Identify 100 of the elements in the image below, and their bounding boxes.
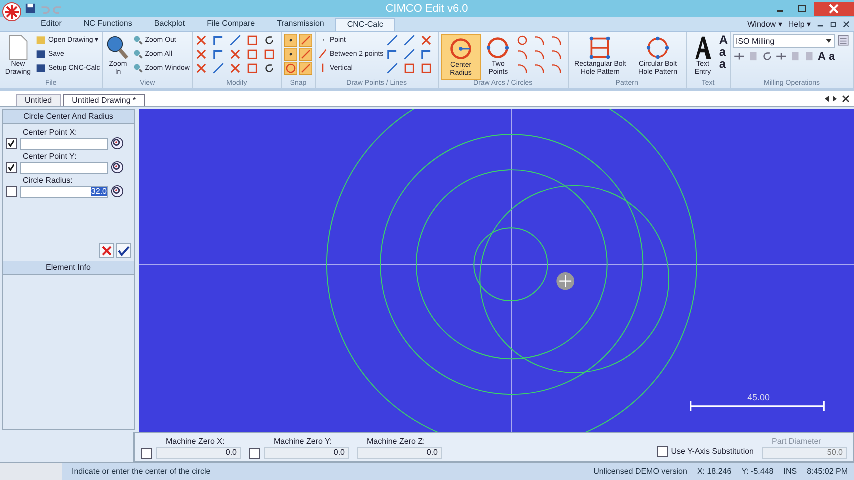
field-label: Center Point Y: bbox=[22, 152, 78, 161]
cross-icon[interactable] bbox=[194, 62, 208, 75]
checkbox[interactable] bbox=[6, 186, 17, 197]
arc-icon[interactable] bbox=[532, 62, 546, 75]
field-label: Center Point X: bbox=[22, 128, 78, 137]
x-coordinate: X: 18.246 bbox=[697, 467, 732, 476]
restore-icon[interactable] bbox=[830, 21, 837, 28]
panel-header: Circle Center And Radius bbox=[3, 110, 134, 124]
pick-point-icon[interactable] bbox=[111, 137, 124, 150]
checkbox[interactable] bbox=[249, 448, 260, 459]
ribbon-tab[interactable]: Backplot bbox=[143, 18, 196, 31]
arc-icon[interactable] bbox=[516, 62, 529, 75]
square-icon[interactable] bbox=[246, 62, 259, 75]
scale-label: 45.00 bbox=[748, 392, 770, 402]
field-label: Part Diameter bbox=[771, 437, 822, 446]
circle-pattern-icon bbox=[646, 35, 670, 61]
corner-icon[interactable] bbox=[212, 34, 225, 47]
corner-icon[interactable] bbox=[386, 48, 399, 61]
square-icon[interactable] bbox=[402, 62, 416, 75]
cancel-button[interactable] bbox=[99, 243, 114, 258]
input-field[interactable]: 32.0 bbox=[20, 186, 108, 198]
square-icon[interactable] bbox=[246, 48, 259, 61]
input-field[interactable] bbox=[20, 138, 108, 150]
document-tab[interactable]: Untitled bbox=[16, 94, 62, 106]
square-icon[interactable] bbox=[246, 34, 259, 47]
machine-dropdown[interactable]: ISO Milling bbox=[733, 34, 835, 48]
cross-icon[interactable] bbox=[420, 34, 433, 47]
input-field[interactable]: 0.0 bbox=[357, 447, 442, 459]
corner-icon[interactable] bbox=[212, 48, 225, 61]
cross-icon[interactable] bbox=[228, 62, 242, 75]
menu-item[interactable]: Help ▾ bbox=[788, 20, 811, 29]
rotate-icon[interactable] bbox=[262, 34, 276, 47]
square-icon[interactable] bbox=[420, 62, 433, 75]
font-style-button[interactable]: a bbox=[828, 50, 836, 62]
checkbox[interactable] bbox=[6, 138, 17, 149]
close-icon[interactable] bbox=[814, 2, 854, 16]
ribbon-tab[interactable]: Editor bbox=[30, 18, 73, 31]
circle-icon[interactable] bbox=[516, 34, 529, 47]
rotate-icon[interactable] bbox=[262, 62, 276, 75]
pick-point-icon[interactable] bbox=[111, 161, 124, 174]
line-icon[interactable] bbox=[386, 34, 399, 47]
snap-toggle[interactable] bbox=[284, 34, 298, 47]
arc-icon[interactable] bbox=[550, 34, 563, 47]
ribbon-tab[interactable]: CNC-Calc bbox=[335, 18, 396, 31]
rectangle-pattern-icon bbox=[588, 35, 612, 61]
font-style-button[interactable]: A bbox=[817, 50, 827, 62]
arc-icon[interactable] bbox=[550, 48, 563, 61]
cross-icon[interactable] bbox=[228, 48, 242, 61]
field-label: Circle Radius: bbox=[22, 176, 74, 185]
arc-icon[interactable] bbox=[550, 62, 563, 75]
insert-mode: INS bbox=[784, 467, 798, 476]
pick-point-icon[interactable] bbox=[111, 185, 124, 198]
snap-toggle[interactable] bbox=[298, 34, 313, 47]
arc-icon[interactable] bbox=[516, 48, 529, 61]
line-icon[interactable] bbox=[228, 34, 242, 47]
magnifier-icon bbox=[133, 35, 144, 45]
snap-toggle[interactable] bbox=[284, 48, 298, 61]
line-icon[interactable] bbox=[386, 62, 399, 75]
ribbon-tab[interactable]: File Compare bbox=[196, 18, 266, 31]
font-style-button[interactable]: A bbox=[719, 34, 728, 46]
arc-icon[interactable] bbox=[532, 34, 546, 47]
drawing-canvas[interactable]: 45.00 bbox=[139, 109, 854, 432]
magnifier-icon bbox=[106, 35, 130, 61]
checkbox[interactable]: Use Y-Axis Substitution bbox=[657, 446, 754, 457]
snap-toggle[interactable] bbox=[298, 48, 313, 61]
cross-icon[interactable] bbox=[194, 48, 208, 61]
menu-item[interactable]: Window ▾ bbox=[748, 20, 782, 29]
cross-icon[interactable] bbox=[194, 34, 208, 47]
snap-toggle[interactable] bbox=[298, 62, 313, 75]
line-icon[interactable] bbox=[402, 48, 416, 61]
font-style-button[interactable]: a bbox=[719, 58, 728, 70]
arc-icon[interactable] bbox=[532, 48, 546, 61]
corner-icon[interactable] bbox=[420, 48, 433, 61]
checkbox[interactable] bbox=[6, 162, 17, 173]
line-icon[interactable] bbox=[402, 34, 416, 47]
cursor-icon bbox=[556, 272, 575, 290]
ribbon-tab[interactable]: Transmission bbox=[266, 18, 336, 31]
magnifier-icon bbox=[133, 63, 144, 73]
field-label: Machine Zero Z: bbox=[366, 437, 426, 446]
square-icon[interactable] bbox=[262, 48, 276, 61]
ribbon-tab[interactable]: NC Functions bbox=[72, 18, 144, 31]
y-coordinate: Y: -5.448 bbox=[742, 467, 774, 476]
checkbox[interactable] bbox=[141, 448, 152, 459]
document-tab[interactable]: Untitled Drawing * bbox=[63, 94, 146, 106]
field-label: Machine Zero Y: bbox=[273, 437, 334, 446]
clock: 8:45:02 PM bbox=[807, 467, 849, 476]
scroll-arrows-icon[interactable] bbox=[824, 95, 850, 103]
ok-button[interactable] bbox=[116, 243, 131, 258]
input-field[interactable] bbox=[20, 162, 108, 174]
input-field[interactable]: 0.0 bbox=[156, 447, 241, 459]
field-label: Machine Zero X: bbox=[165, 437, 226, 446]
input-field[interactable]: 0.0 bbox=[264, 447, 349, 459]
close-icon[interactable] bbox=[843, 21, 850, 28]
status-message: Indicate or enter the center of the circle bbox=[72, 467, 212, 476]
rotate-icon[interactable] bbox=[761, 50, 774, 63]
dropdown-arrow-icon[interactable] bbox=[826, 39, 832, 43]
panel-header: Element Info bbox=[3, 261, 134, 275]
line-icon[interactable] bbox=[212, 62, 225, 75]
snap-toggle[interactable] bbox=[284, 62, 298, 75]
font-style-button[interactable]: a bbox=[719, 46, 728, 58]
